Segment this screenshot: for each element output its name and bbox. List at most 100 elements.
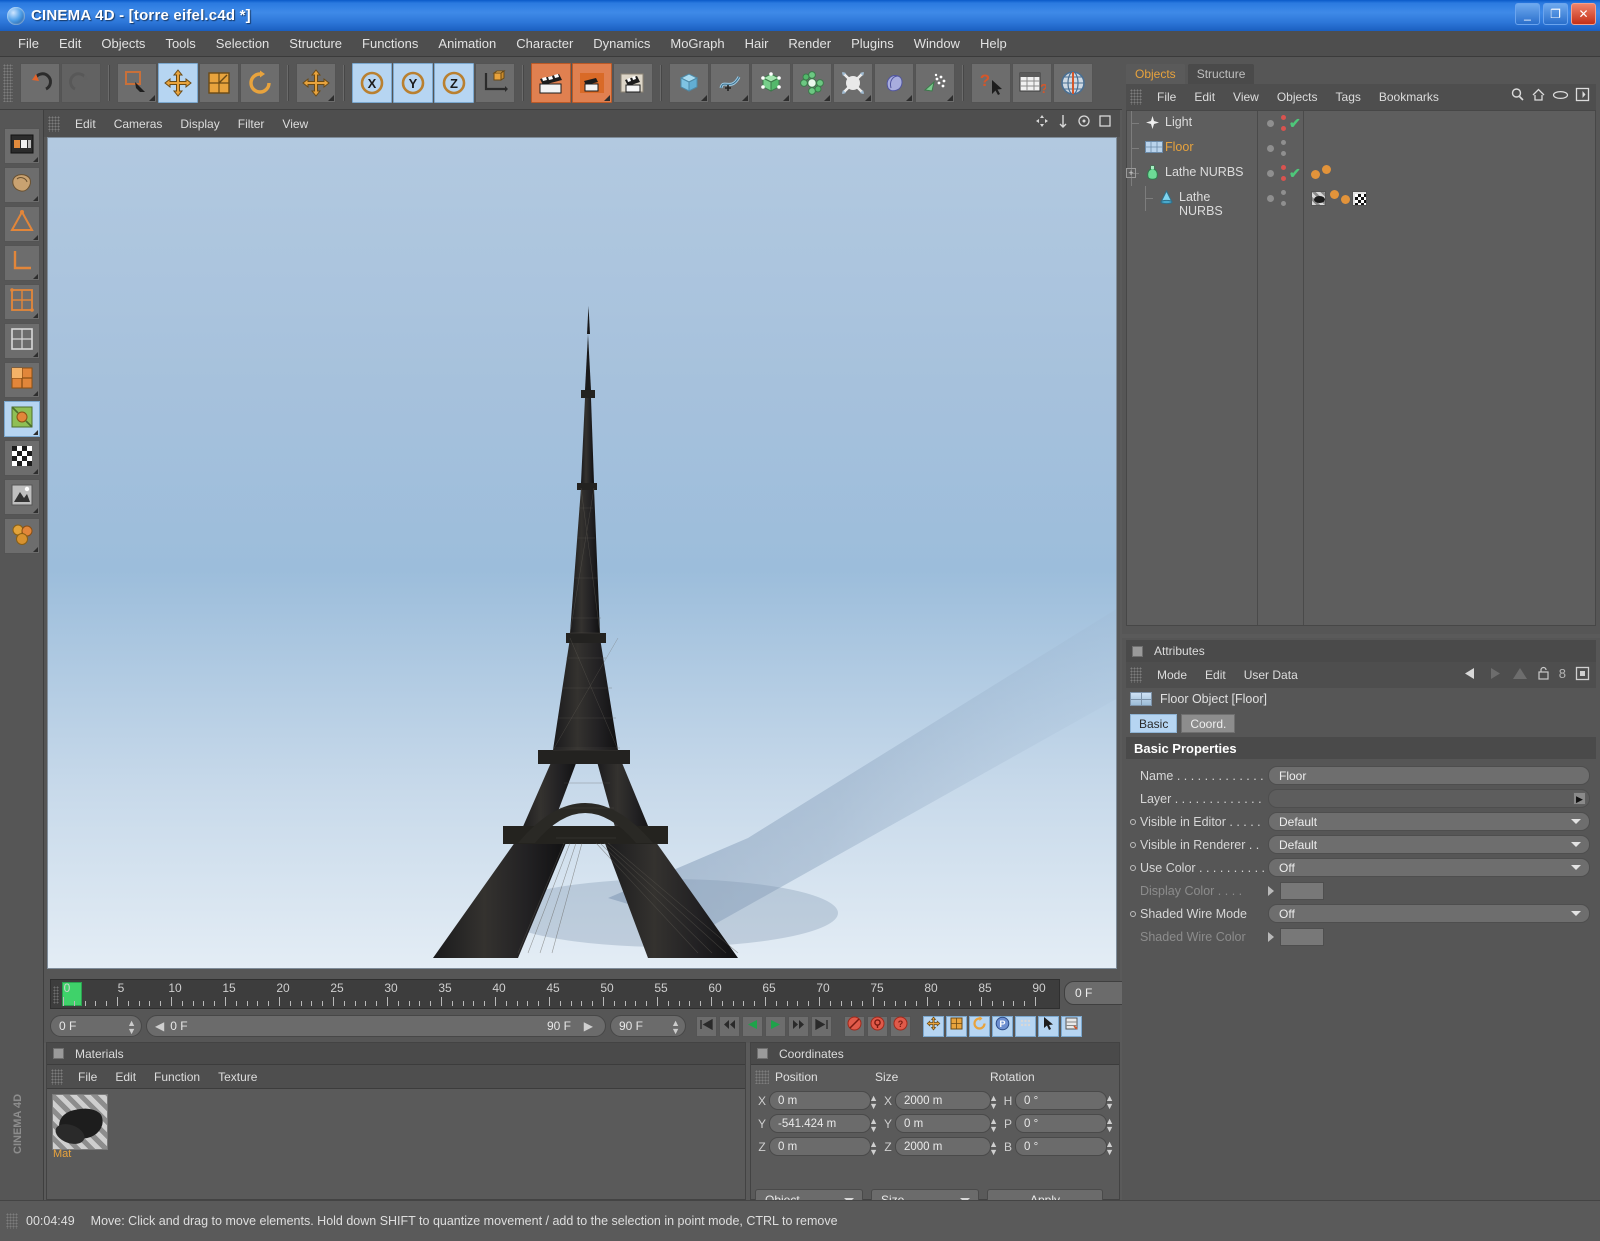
materials-menu-function[interactable]: Function [145,1068,209,1086]
parameter-key-button[interactable]: P [992,1015,1013,1037]
record-keyframe-button[interactable] [844,1015,865,1037]
palette-expand-corner[interactable] [32,274,38,279]
animation-layers-button[interactable] [3,518,40,554]
menu-structure[interactable]: Structure [279,33,352,54]
palette-expand-corner[interactable] [32,352,38,357]
size-field[interactable]: 2000 m ▲ ▼ [895,1137,998,1157]
toolbar-expand-corner[interactable] [947,95,953,101]
property-bullet[interactable] [1130,910,1136,917]
add-spline-button[interactable] [710,63,750,103]
menu-plugins[interactable]: Plugins [841,33,904,54]
maximize-button[interactable]: ❐ [1543,3,1568,25]
attributes-menu-user-data[interactable]: User Data [1235,666,1307,684]
toolbar-expand-corner[interactable] [906,95,912,101]
property-field[interactable]: ▶ [1268,789,1590,808]
object-manager-tab-structure[interactable]: Structure [1187,64,1255,84]
point-level-anim-button[interactable] [1015,1015,1036,1037]
pan-icon[interactable] [1035,114,1049,128]
attributes-tab-basic[interactable]: Basic [1130,714,1178,733]
search-icon[interactable] [1510,87,1525,102]
size-field[interactable]: 0 m ▲ ▼ [895,1114,998,1134]
render-view-button[interactable] [531,63,571,103]
property-bullet[interactable] [1130,841,1136,848]
nurbs-button[interactable] [751,63,791,103]
object-manager-menu-edit[interactable]: Edit [1185,88,1224,106]
render-visibility-dot-bottom[interactable] [1281,126,1286,131]
point-mode-button[interactable] [3,206,40,242]
position-spinner-icon[interactable]: ▲ ▼ [869,1117,878,1134]
live-selection-button[interactable] [117,63,157,103]
palette-expand-corner[interactable] [32,508,38,513]
texture-mode-button[interactable] [3,440,40,476]
palette-expand-corner[interactable] [32,430,38,435]
help-cursor-button[interactable]: ? [971,63,1011,103]
render-visibility-dot-top[interactable] [1281,140,1286,145]
forward-arrow-icon[interactable] [1487,667,1503,680]
object-tag-dot[interactable] [1341,195,1350,204]
toolbar-expand-corner[interactable] [604,95,610,101]
editor-visibility-dot[interactable] [1267,195,1274,202]
keyframe-options-button[interactable] [1061,1015,1082,1037]
frame-range-bar[interactable]: ◀ 0 F 90 F ▶ [146,1015,606,1037]
undo-button[interactable] [20,63,60,103]
menu-window[interactable]: Window [904,33,970,54]
object-row[interactable]: Light [1127,111,1257,136]
attributes-menu-grip[interactable] [1130,667,1142,683]
play-back-button[interactable] [742,1015,763,1037]
palette-expand-corner[interactable] [32,196,38,201]
object-row[interactable]: Lathe NURBS [1127,186,1257,218]
object-tag-dot[interactable] [1330,190,1339,199]
autokey-button[interactable] [867,1015,888,1037]
toolbar-expand-corner[interactable] [783,95,789,101]
rotation-field[interactable]: 0 ° ▲ ▼ [1015,1114,1114,1134]
add-cube-button[interactable] [669,63,709,103]
link-arrow-icon[interactable]: ▶ [1573,792,1586,805]
position-field[interactable]: 0 m ▲ ▼ [769,1091,878,1111]
keyframe-selection-button[interactable]: ? [890,1015,911,1037]
content-browser-button[interactable]: ? [1012,63,1052,103]
enabled-check-icon[interactable]: ✔ [1289,166,1301,180]
enable-axis-button[interactable] [3,401,40,437]
toolbar-expand-corner[interactable] [328,95,334,101]
deformer-button[interactable] [874,63,914,103]
polygon-mode-button[interactable] [3,284,40,320]
size-spinner-icon[interactable]: ▲ ▼ [989,1094,998,1111]
viewport-menu-cameras[interactable]: Cameras [105,115,172,133]
x-axis-lock-button[interactable]: X [352,63,392,103]
move-tool-button[interactable] [158,63,198,103]
object-manager-tab-objects[interactable]: Objects [1126,64,1185,84]
palette-expand-corner[interactable] [32,157,38,162]
property-bullet[interactable] [1130,934,1136,940]
model-mode-button[interactable] [3,167,40,203]
texture-tag-icon[interactable] [1352,191,1367,206]
eye-icon[interactable] [1552,89,1569,101]
menu-file[interactable]: File [8,33,49,54]
property-dropdown[interactable]: Default [1268,835,1590,854]
time-spinner-icon[interactable]: ▲ ▼ [127,1019,136,1036]
coordinates-grip[interactable] [755,1070,769,1084]
attributes-tab-coord[interactable]: Coord. [1181,714,1236,733]
maximize-view-icon[interactable] [1098,114,1112,128]
array-button[interactable] [792,63,832,103]
materials-menu-grip[interactable] [51,1068,63,1085]
toolbar-expand-corner[interactable] [742,95,748,101]
color-expand-arrow-icon[interactable] [1268,931,1274,942]
make-editable-button[interactable] [3,128,40,164]
property-bullet[interactable] [1130,864,1136,871]
position-field[interactable]: 0 m ▲ ▼ [769,1137,878,1157]
viewport-menu-grip[interactable] [48,115,60,132]
menu-selection[interactable]: Selection [206,33,279,54]
menu-mograph[interactable]: MoGraph [660,33,734,54]
editor-visibility-dot[interactable] [1267,170,1274,177]
menu-help[interactable]: Help [970,33,1017,54]
attributes-menu-mode[interactable]: Mode [1148,666,1196,684]
go-to-start-button[interactable] [696,1015,717,1037]
edge-mode-button[interactable] [3,245,40,281]
object-manager-menu-objects[interactable]: Objects [1268,88,1327,106]
menu-animation[interactable]: Animation [428,33,506,54]
color-swatch[interactable] [1280,927,1324,946]
materials-menu-file[interactable]: File [69,1068,106,1086]
object-tag-dot[interactable] [1311,170,1320,179]
rotation-spinner-icon[interactable]: ▲ ▼ [1105,1094,1114,1111]
redo-button[interactable] [61,63,101,103]
